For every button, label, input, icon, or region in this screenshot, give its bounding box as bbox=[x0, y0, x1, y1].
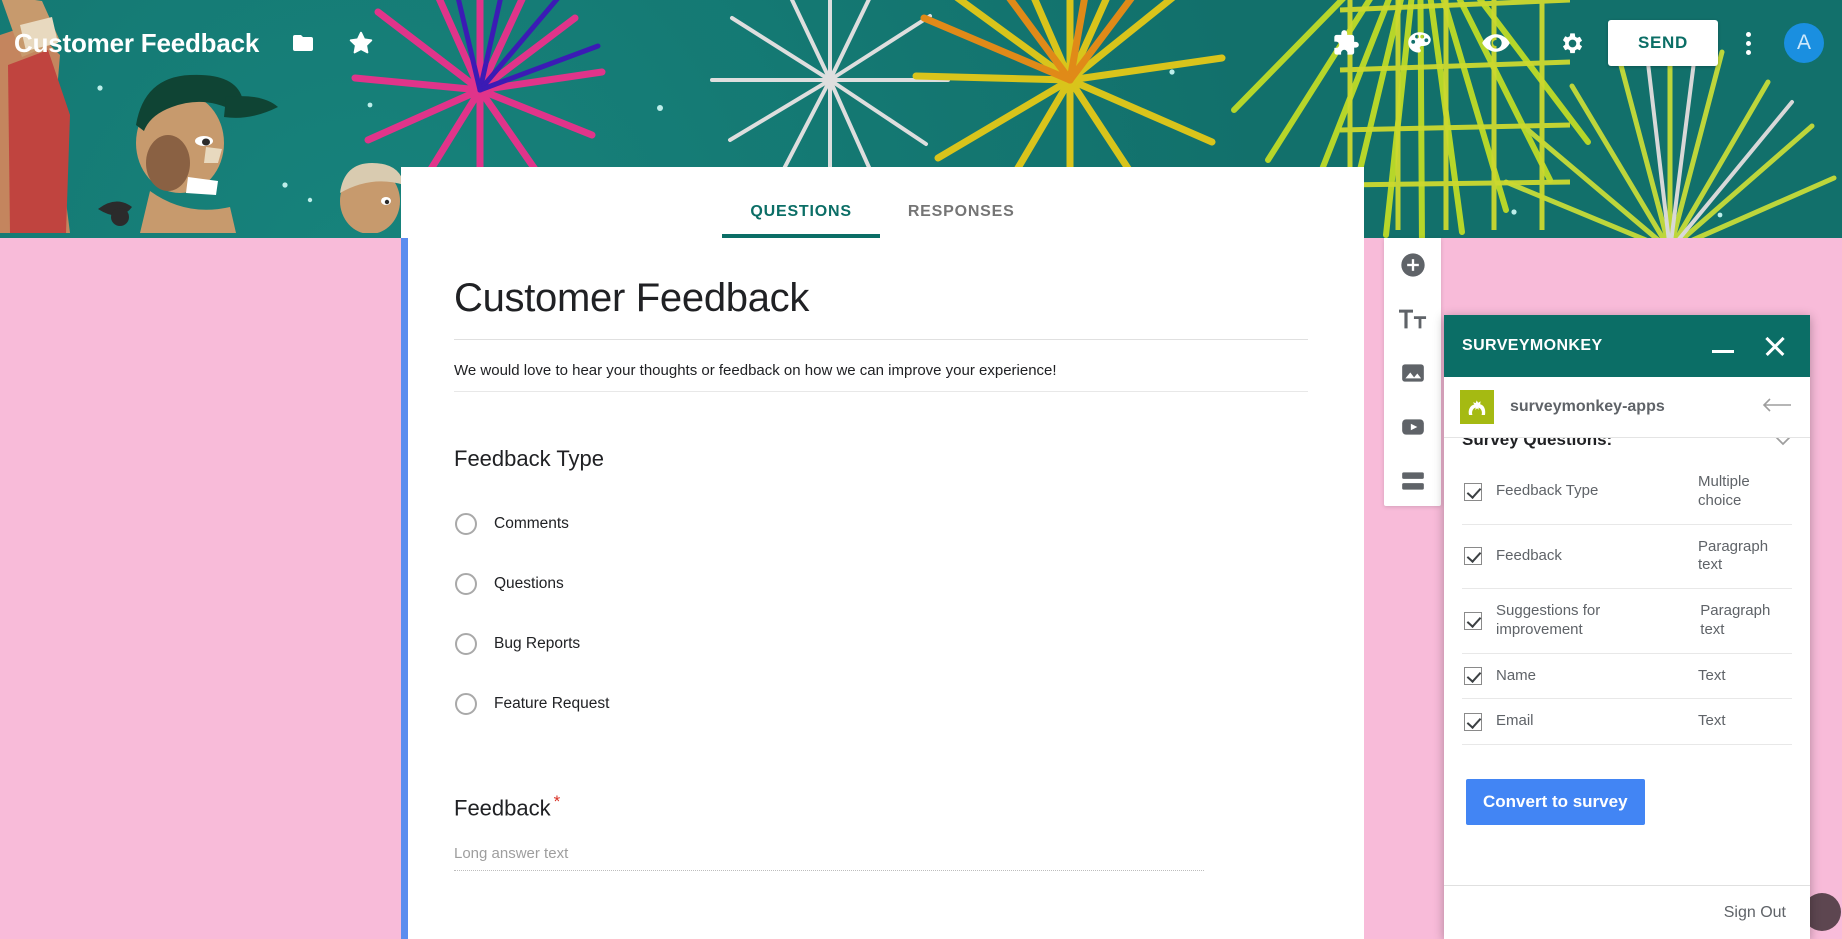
radio-icon[interactable] bbox=[455, 693, 477, 715]
survey-question-type: Text bbox=[1698, 666, 1726, 684]
survey-question-type: Multiple choice bbox=[1698, 473, 1750, 509]
tab-questions[interactable]: QUESTIONS bbox=[722, 203, 881, 238]
editor-tabs: QUESTIONS RESPONSES bbox=[401, 167, 1364, 238]
surveymonkey-panel-header: SURVEYMONKEY bbox=[1444, 315, 1810, 377]
option-row[interactable]: Bug Reports bbox=[454, 614, 1308, 674]
selected-item-indicator bbox=[401, 238, 408, 939]
close-icon[interactable] bbox=[1762, 333, 1788, 359]
gear-settings-icon[interactable] bbox=[1550, 21, 1594, 65]
survey-question-row[interactable]: Suggestions for improvement Paragraph te… bbox=[1462, 589, 1792, 654]
question-title-text: Feedback bbox=[454, 795, 551, 821]
minimize-icon[interactable] bbox=[1712, 349, 1734, 353]
long-answer-placeholder: Long answer text bbox=[454, 845, 1204, 872]
survey-question-name: Suggestions for improvement bbox=[1496, 602, 1601, 638]
survey-question-row[interactable]: Name Text bbox=[1462, 654, 1792, 700]
option-row[interactable]: Comments bbox=[454, 494, 1308, 554]
surveymonkey-panel-title: SURVEYMONKEY bbox=[1462, 337, 1603, 354]
chevron-up-icon[interactable] bbox=[1774, 438, 1792, 449]
question-feedback-type: Feedback Type Comments Questions Bug Rep… bbox=[454, 392, 1308, 734]
survey-question-name: Feedback bbox=[1496, 546, 1562, 564]
puzzle-addons-icon[interactable] bbox=[1324, 21, 1368, 65]
survey-question-type: Text bbox=[1698, 712, 1726, 730]
radio-icon[interactable] bbox=[455, 573, 477, 595]
form-title-text[interactable]: Customer Feedback bbox=[14, 28, 259, 59]
send-button[interactable]: SEND bbox=[1607, 20, 1718, 66]
surveymonkey-logo-icon bbox=[1460, 390, 1494, 424]
option-label: Feature Request bbox=[494, 695, 610, 712]
option-label: Bug Reports bbox=[494, 635, 581, 652]
add-video-button[interactable] bbox=[1398, 412, 1428, 442]
surveymonkey-addon-panel: SURVEYMONKEY surveymonkey-apps Survey Qu… bbox=[1444, 315, 1810, 939]
add-title-button[interactable] bbox=[1398, 304, 1428, 334]
checkbox-icon[interactable] bbox=[1464, 712, 1482, 731]
question-feedback: Feedback * Long answer text bbox=[454, 734, 1308, 872]
sign-out-link[interactable]: Sign Out bbox=[1724, 904, 1786, 922]
option-label: Comments bbox=[494, 515, 569, 532]
survey-question-name: Feedback Type bbox=[1496, 482, 1599, 500]
add-item-toolbar bbox=[1384, 238, 1441, 506]
convert-to-survey-button[interactable]: Convert to survey bbox=[1466, 779, 1645, 825]
survey-questions-section-header[interactable]: Survey Questions: bbox=[1462, 438, 1792, 460]
checkbox-icon[interactable] bbox=[1464, 547, 1482, 566]
survey-question-type: Paragraph text bbox=[1700, 602, 1771, 638]
option-label: Questions bbox=[494, 575, 564, 592]
form-heading[interactable]: Customer Feedback bbox=[454, 266, 1308, 340]
folder-icon[interactable] bbox=[281, 21, 325, 65]
arrow-left-icon[interactable] bbox=[1762, 397, 1792, 417]
add-section-button[interactable] bbox=[1398, 466, 1428, 496]
kebab-more-icon[interactable] bbox=[1726, 21, 1770, 65]
surveymonkey-panel-body: Survey Questions: Feedback Type Multiple… bbox=[1444, 438, 1810, 885]
form-editor-card: Customer Feedback We would love to hear … bbox=[401, 238, 1364, 939]
required-asterisk: * bbox=[553, 792, 561, 811]
surveymonkey-panel-footer: Sign Out bbox=[1444, 885, 1810, 939]
option-row[interactable]: Questions bbox=[454, 554, 1308, 614]
add-question-button[interactable] bbox=[1398, 250, 1428, 280]
palette-theme-icon[interactable] bbox=[1398, 21, 1442, 65]
top-toolbar: Customer Feedback SEND A bbox=[0, 0, 1842, 86]
survey-question-row[interactable]: Feedback Type Multiple choice bbox=[1462, 460, 1792, 525]
survey-question-name: Name bbox=[1496, 666, 1537, 684]
tab-responses[interactable]: RESPONSES bbox=[880, 203, 1043, 238]
surveymonkey-account-name: surveymonkey-apps bbox=[1510, 398, 1665, 415]
survey-question-row[interactable]: Email Text bbox=[1462, 699, 1792, 745]
eye-preview-icon[interactable] bbox=[1474, 21, 1518, 65]
radio-icon[interactable] bbox=[455, 633, 477, 655]
question-title[interactable]: Feedback * bbox=[454, 792, 1308, 821]
survey-questions-label: Survey Questions: bbox=[1462, 438, 1613, 449]
survey-question-type: Paragraph text bbox=[1698, 537, 1769, 574]
google-forms-editor: Customer Feedback SEND A QUESTIONS RESPO… bbox=[0, 0, 1842, 939]
add-image-button[interactable] bbox=[1398, 358, 1428, 388]
option-row[interactable]: Feature Request bbox=[454, 674, 1308, 734]
question-title[interactable]: Feedback Type bbox=[454, 446, 1308, 472]
survey-question-name: Email bbox=[1496, 712, 1534, 730]
avatar[interactable]: A bbox=[1784, 23, 1824, 63]
surveymonkey-account-row: surveymonkey-apps bbox=[1444, 377, 1810, 438]
checkbox-icon[interactable] bbox=[1464, 666, 1482, 685]
star-icon[interactable] bbox=[339, 21, 383, 65]
form-description[interactable]: We would love to hear your thoughts or f… bbox=[454, 340, 1308, 392]
checkbox-icon[interactable] bbox=[1464, 611, 1482, 630]
survey-question-row[interactable]: Feedback Paragraph text bbox=[1462, 525, 1792, 589]
checkbox-icon[interactable] bbox=[1464, 482, 1482, 501]
radio-icon[interactable] bbox=[455, 513, 477, 535]
